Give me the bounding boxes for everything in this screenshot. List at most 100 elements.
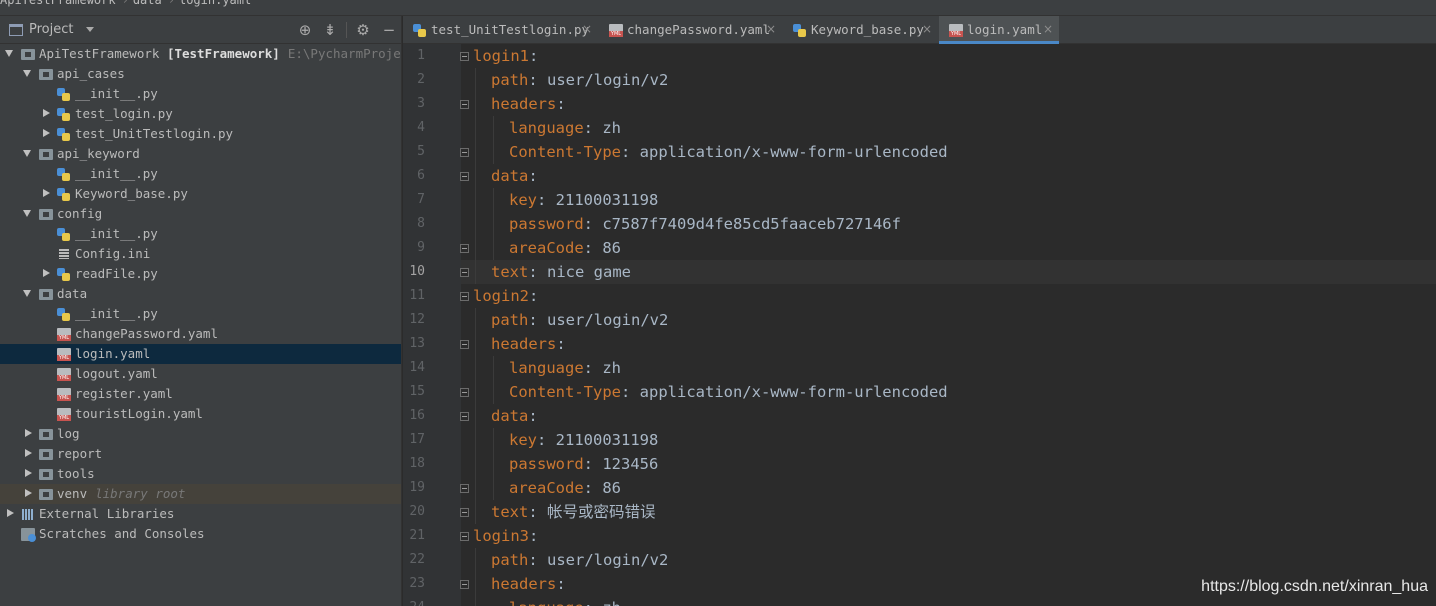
tree-item[interactable]: __init__.py bbox=[0, 164, 401, 184]
tree-item[interactable]: readFile.py bbox=[0, 264, 401, 284]
chevron-right-icon[interactable] bbox=[43, 129, 50, 137]
tree-item-label: Keyword_base.py bbox=[75, 184, 188, 204]
close-icon[interactable]: × bbox=[1043, 16, 1053, 43]
yaml-value: application/x-www-form-urlencoded bbox=[630, 383, 948, 401]
tree-item-name: touristLogin.yaml bbox=[75, 406, 203, 421]
code-editor[interactable]: 123456789101112131415161718192021222324 … bbox=[403, 44, 1436, 606]
yaml-key: path bbox=[491, 71, 529, 89]
tree-item[interactable]: __init__.py bbox=[0, 224, 401, 244]
close-icon[interactable]: × bbox=[922, 16, 932, 43]
tree-item[interactable]: register.yaml bbox=[0, 384, 401, 404]
tree-item-label: data bbox=[57, 284, 87, 304]
collapse-icon[interactable]: ⇟ bbox=[321, 21, 339, 39]
chevron-down-icon[interactable] bbox=[86, 27, 94, 32]
tree-item[interactable]: changePassword.yaml bbox=[0, 324, 401, 344]
line-number: 5 bbox=[417, 144, 425, 159]
code-line: language: zh bbox=[509, 596, 621, 606]
tree-item[interactable]: External Libraries bbox=[0, 504, 401, 524]
project-tree: ApiTestFramework [TestFramework] E:\Pycha… bbox=[0, 44, 401, 544]
tree-item[interactable]: __init__.py bbox=[0, 304, 401, 324]
fold-marker-icon[interactable] bbox=[460, 100, 469, 109]
chevron-right-icon[interactable] bbox=[43, 189, 50, 197]
breadcrumb-item[interactable]: ApiTestFramework bbox=[0, 0, 116, 7]
fold-marker-icon[interactable] bbox=[460, 580, 469, 589]
fold-marker-icon[interactable] bbox=[460, 268, 469, 277]
tree-item-name: test_UnitTestlogin.py bbox=[75, 126, 234, 141]
fold-marker-icon[interactable] bbox=[460, 52, 469, 61]
tree-item-name: register.yaml bbox=[75, 386, 173, 401]
tree-item[interactable]: ApiTestFramework [TestFramework] E:\Pycha… bbox=[0, 44, 401, 64]
fold-marker-icon[interactable] bbox=[460, 412, 469, 421]
line-number: 6 bbox=[417, 168, 425, 183]
gear-icon[interactable]: ⚙ bbox=[354, 21, 372, 39]
fold-marker-icon[interactable] bbox=[460, 484, 469, 493]
chevron-right-icon[interactable] bbox=[25, 449, 32, 457]
tree-item-label: tools bbox=[57, 464, 95, 484]
locate-icon[interactable]: ⊕ bbox=[296, 21, 314, 39]
chevron-right-icon[interactable] bbox=[25, 429, 32, 437]
tree-item[interactable]: test_UnitTestlogin.py bbox=[0, 124, 401, 144]
editor-tab[interactable]: Keyword_base.py × bbox=[783, 16, 939, 44]
close-icon[interactable]: × bbox=[582, 16, 592, 43]
tree-item-name: External Libraries bbox=[39, 506, 175, 521]
chevron-down-icon[interactable] bbox=[23, 290, 31, 297]
tree-item[interactable]: test_login.py bbox=[0, 104, 401, 124]
yaml-file-icon bbox=[949, 24, 963, 37]
chevron-down-icon[interactable] bbox=[5, 50, 13, 57]
chevron-right-icon[interactable] bbox=[25, 489, 32, 497]
editor-tab[interactable]: login.yaml× bbox=[939, 16, 1059, 44]
code-line: password: c7587f7409d4fe85cd5faaceb72714… bbox=[509, 212, 901, 236]
indent-guide bbox=[493, 188, 494, 260]
tree-item[interactable]: logout.yaml bbox=[0, 364, 401, 384]
chevron-right-icon[interactable] bbox=[43, 269, 50, 277]
tree-item[interactable]: log bbox=[0, 424, 401, 444]
project-panel-title[interactable]: Project bbox=[29, 22, 73, 37]
close-icon[interactable]: × bbox=[766, 16, 776, 43]
tree-item[interactable]: Keyword_base.py bbox=[0, 184, 401, 204]
fold-marker-icon[interactable] bbox=[460, 532, 469, 541]
tree-item[interactable]: Config.ini bbox=[0, 244, 401, 264]
editor-tab[interactable]: changePassword.yaml× bbox=[599, 16, 783, 44]
tree-item[interactable]: tools bbox=[0, 464, 401, 484]
chevron-down-icon[interactable] bbox=[23, 70, 31, 77]
fold-marker-icon[interactable] bbox=[460, 172, 469, 181]
tree-item[interactable]: api_keyword bbox=[0, 144, 401, 164]
tree-item[interactable]: Scratches and Consoles bbox=[0, 524, 401, 544]
yaml-colon: : bbox=[529, 527, 539, 545]
yaml-key: headers bbox=[491, 95, 557, 113]
fold-marker-icon[interactable] bbox=[460, 148, 469, 157]
line-number: 22 bbox=[409, 552, 425, 567]
fold-marker-icon[interactable] bbox=[460, 388, 469, 397]
folder-icon bbox=[39, 469, 53, 480]
line-number: 24 bbox=[403, 596, 425, 606]
chevron-right-icon[interactable] bbox=[43, 109, 50, 117]
code-line: headers: bbox=[491, 572, 566, 596]
minimize-icon[interactable]: − bbox=[380, 21, 398, 39]
editor-tab[interactable]: test_UnitTestlogin.py × bbox=[403, 16, 599, 44]
chevron-right-icon[interactable] bbox=[25, 469, 32, 477]
code-line: key: 21100031198 bbox=[509, 428, 658, 452]
tree-item[interactable]: login.yaml bbox=[0, 344, 401, 364]
tree-item[interactable]: config bbox=[0, 204, 401, 224]
python-file-icon bbox=[57, 188, 71, 201]
tree-item[interactable]: __init__.py bbox=[0, 84, 401, 104]
yaml-value: zh bbox=[593, 599, 621, 606]
breadcrumb-item[interactable]: login.yaml bbox=[179, 0, 251, 7]
yaml-key: areaCode bbox=[509, 239, 584, 257]
tree-item[interactable]: venv library root bbox=[0, 484, 401, 504]
fold-marker-icon[interactable] bbox=[460, 292, 469, 301]
tree-item[interactable]: api_cases bbox=[0, 64, 401, 84]
fold-marker-icon[interactable] bbox=[460, 340, 469, 349]
chevron-down-icon[interactable] bbox=[23, 150, 31, 157]
tree-item[interactable]: report bbox=[0, 444, 401, 464]
tree-item[interactable]: data bbox=[0, 284, 401, 304]
tree-item[interactable]: touristLogin.yaml bbox=[0, 404, 401, 424]
line-number: 16 bbox=[409, 408, 425, 423]
breadcrumb-item[interactable]: data bbox=[133, 0, 162, 7]
project-view-icon bbox=[9, 24, 23, 36]
fold-marker-icon[interactable] bbox=[460, 244, 469, 253]
chevron-right-icon[interactable] bbox=[7, 509, 14, 517]
fold-marker-icon[interactable] bbox=[460, 508, 469, 517]
tree-item-label: api_cases bbox=[57, 64, 125, 84]
chevron-down-icon[interactable] bbox=[23, 210, 31, 217]
